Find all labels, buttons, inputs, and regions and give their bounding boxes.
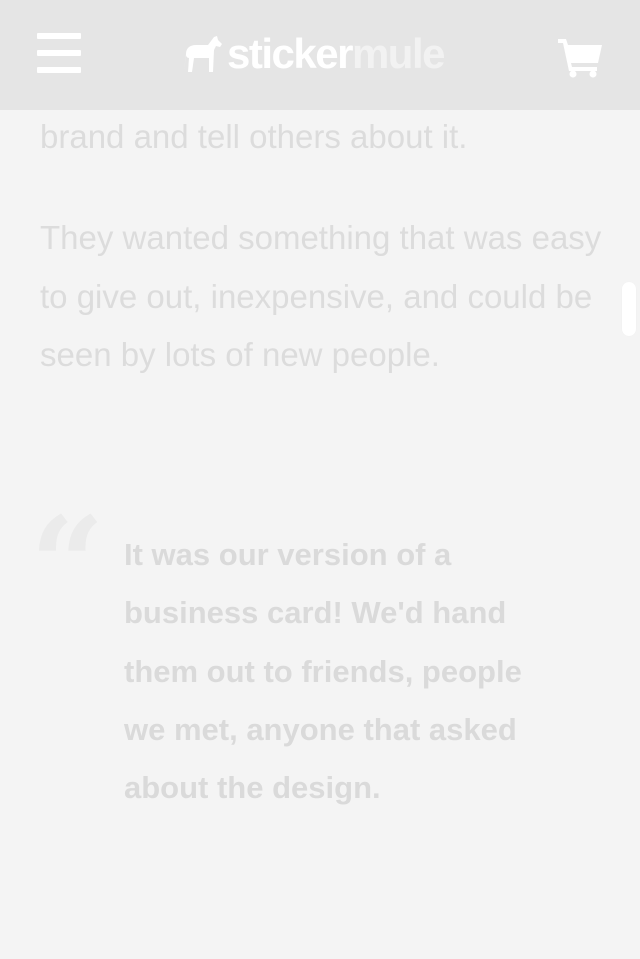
testimonial-quote: It was our version of a business card! W… [124,537,522,806]
paragraph-text: They wanted something that was easy to g… [40,219,602,373]
scrollbar-thumb[interactable] [622,282,636,336]
logo-text-mule: mule [351,30,446,77]
shopping-cart-icon[interactable] [556,36,604,78]
paragraph-text: brand and tell others about it. [40,118,468,155]
mule-icon [184,36,222,72]
stickermule-logo[interactable]: stickermule [180,30,470,78]
hamburger-menu-icon[interactable] [37,33,81,73]
logo-text-sticker: sticker [227,30,353,77]
top-navbar: stickermule [0,0,640,110]
quote-icon: “ [30,488,105,641]
